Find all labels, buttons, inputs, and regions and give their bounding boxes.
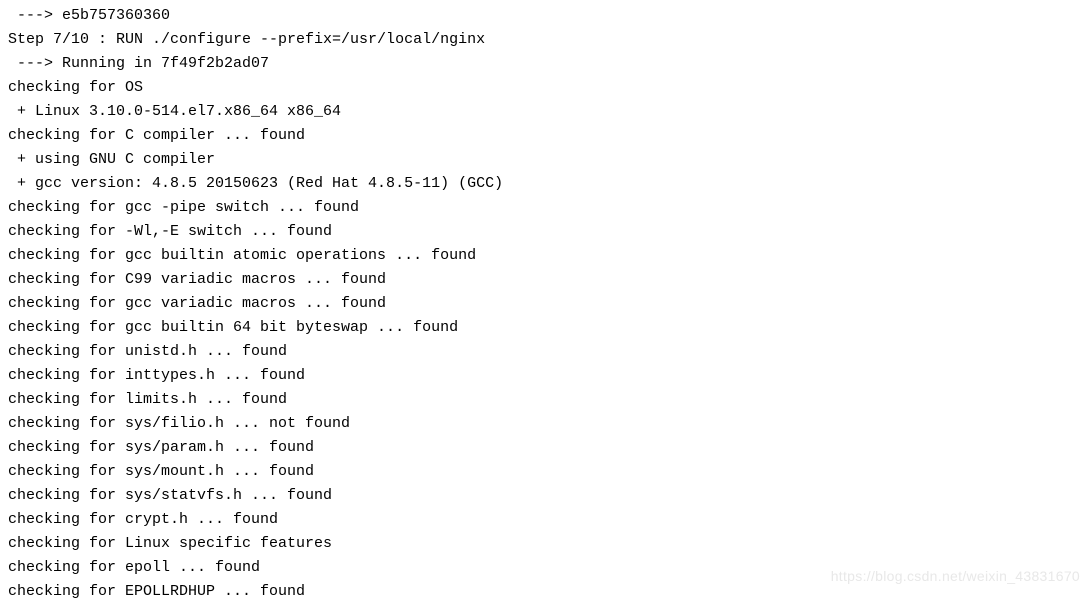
terminal-line: checking for limits.h ... found: [8, 388, 1084, 412]
terminal-line: checking for C99 variadic macros ... fou…: [8, 268, 1084, 292]
terminal-line: checking for inttypes.h ... found: [8, 364, 1084, 388]
terminal-line: + gcc version: 4.8.5 20150623 (Red Hat 4…: [8, 172, 1084, 196]
terminal-line: + Linux 3.10.0-514.el7.x86_64 x86_64: [8, 100, 1084, 124]
terminal-line: checking for gcc variadic macros ... fou…: [8, 292, 1084, 316]
terminal-line: checking for gcc builtin 64 bit byteswap…: [8, 316, 1084, 340]
terminal-line: checking for sys/mount.h ... found: [8, 460, 1084, 484]
terminal-line: checking for -Wl,-E switch ... found: [8, 220, 1084, 244]
terminal-line: ---> e5b757360360: [8, 4, 1084, 28]
terminal-line: checking for OS: [8, 76, 1084, 100]
terminal-line: ---> Running in 7f49f2b2ad07: [8, 52, 1084, 76]
terminal-line: + using GNU C compiler: [8, 148, 1084, 172]
watermark-text: https://blog.csdn.net/weixin_43831670: [831, 565, 1080, 587]
terminal-line: checking for C compiler ... found: [8, 124, 1084, 148]
terminal-line: checking for sys/statvfs.h ... found: [8, 484, 1084, 508]
terminal-line: checking for sys/param.h ... found: [8, 436, 1084, 460]
terminal-line: Step 7/10 : RUN ./configure --prefix=/us…: [8, 28, 1084, 52]
terminal-line: checking for crypt.h ... found: [8, 508, 1084, 532]
terminal-output: ---> e5b757360360 Step 7/10 : RUN ./conf…: [8, 4, 1084, 604]
terminal-line: checking for gcc -pipe switch ... found: [8, 196, 1084, 220]
terminal-line: checking for unistd.h ... found: [8, 340, 1084, 364]
terminal-line: checking for Linux specific features: [8, 532, 1084, 556]
terminal-line: checking for sys/filio.h ... not found: [8, 412, 1084, 436]
terminal-line: checking for gcc builtin atomic operatio…: [8, 244, 1084, 268]
